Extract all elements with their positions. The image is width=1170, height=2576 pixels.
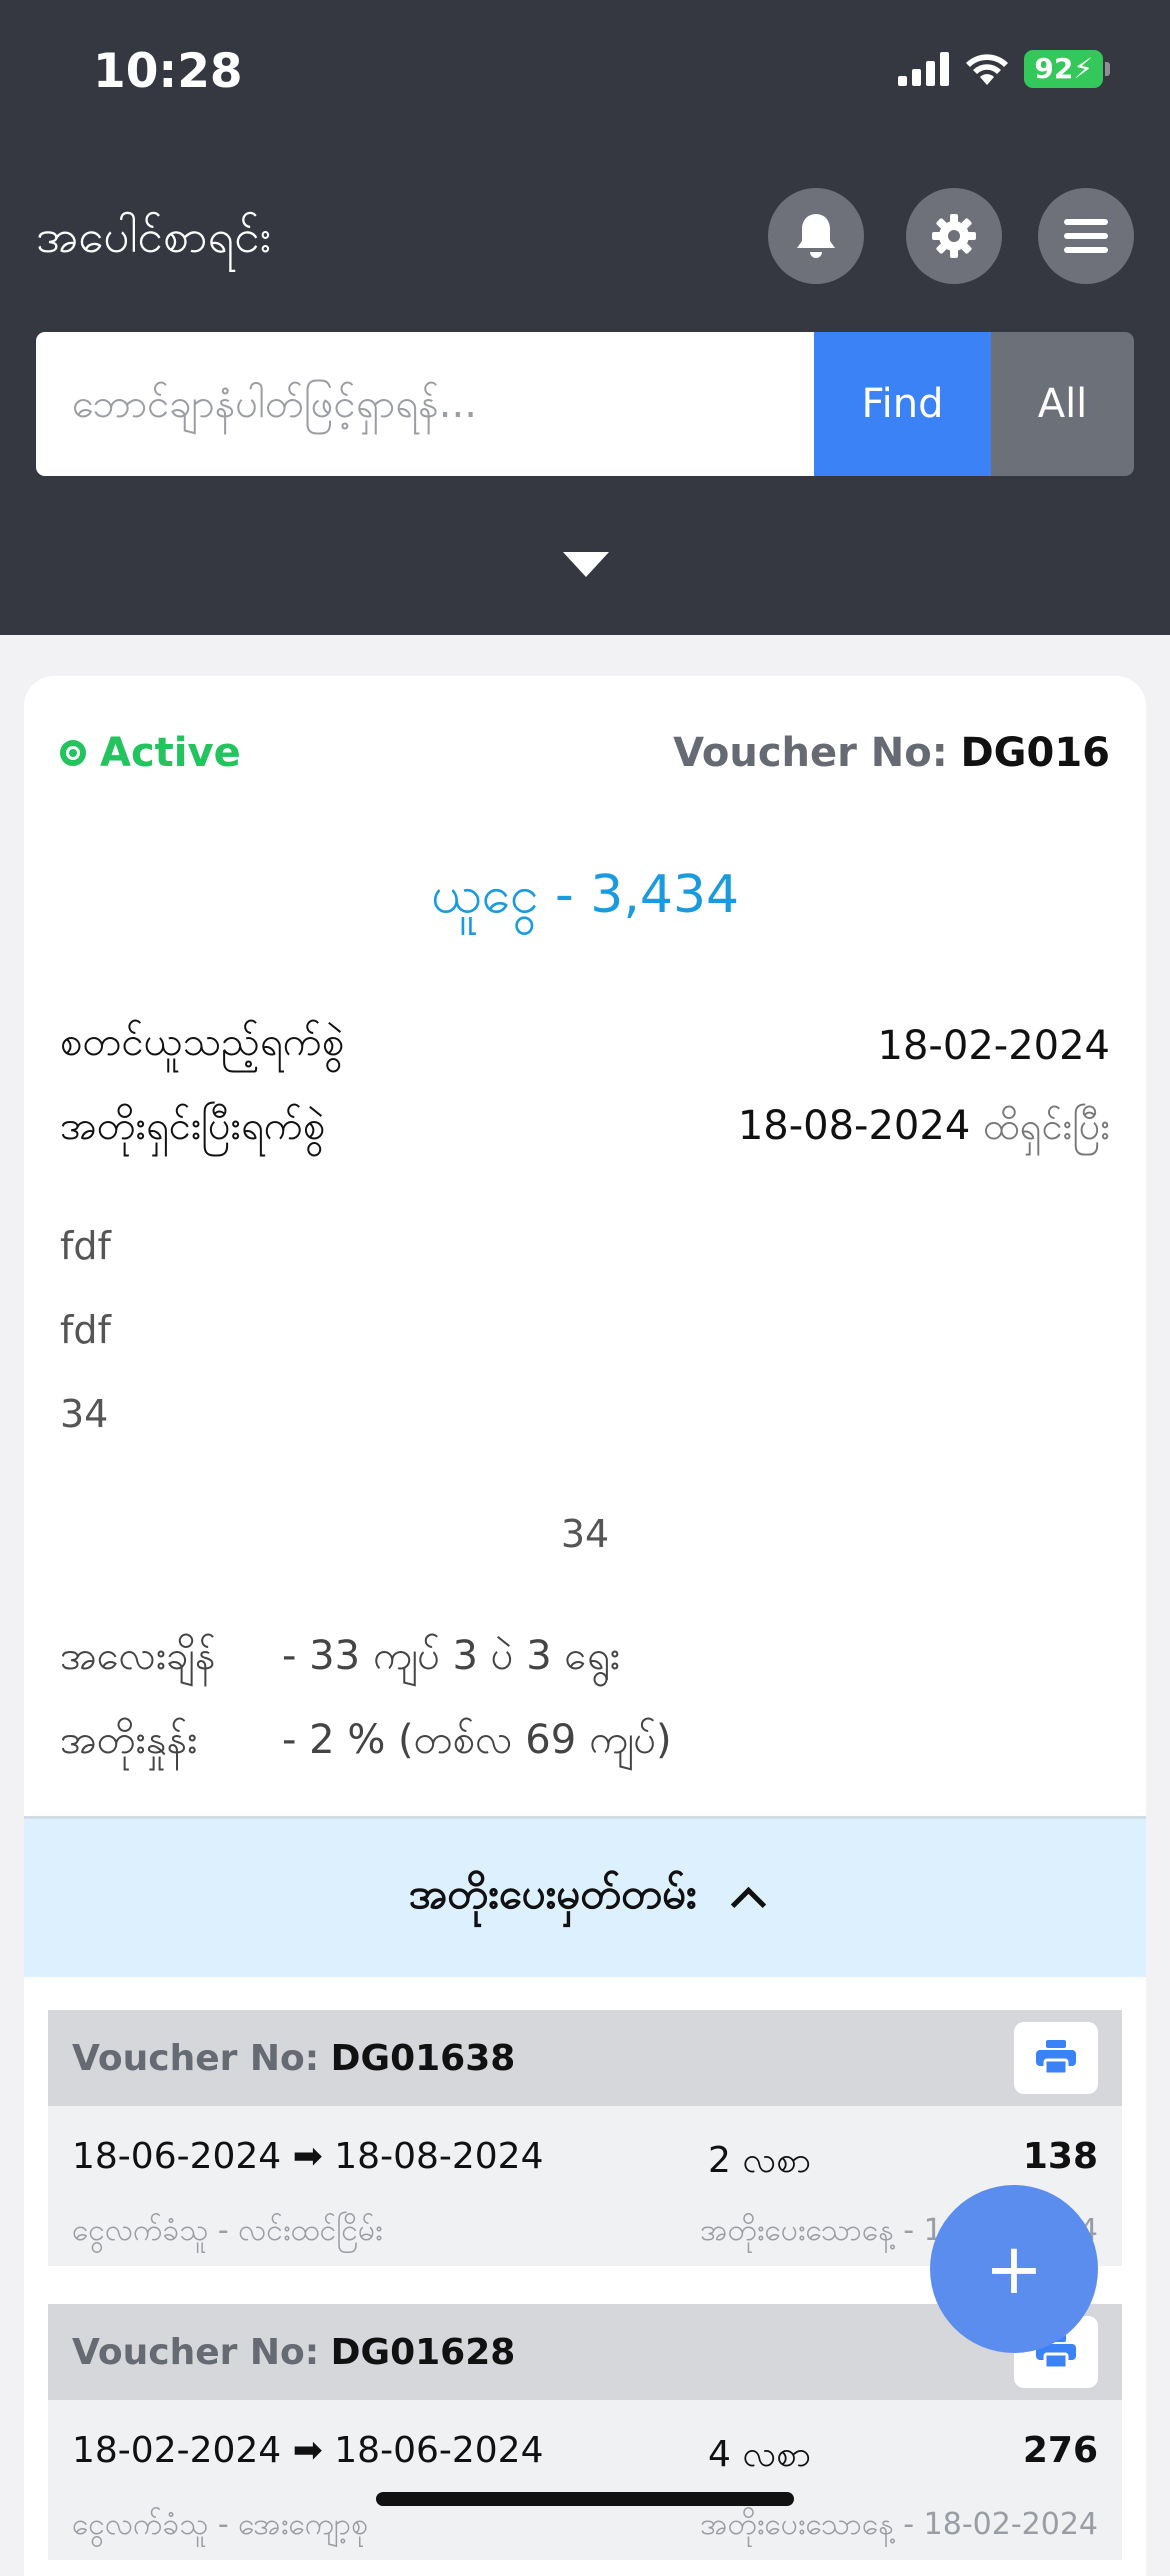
home-indicator[interactable] — [376, 2492, 794, 2506]
history-title: အတိုးပေးမှတ်တမ်း — [408, 1869, 697, 1918]
payment-date-range: 18-06-2024 ➡ 18-08-2024 — [72, 2136, 544, 2177]
print-button[interactable] — [1014, 2022, 1098, 2094]
payment-item-header: Voucher No: DG01638 — [48, 2010, 1122, 2106]
page-title: အပေါင်စာရင်း — [36, 209, 272, 263]
end-date-suffix: ထိရှင်းပြီး — [983, 1103, 1110, 1148]
note-line: 34 — [60, 1392, 109, 1436]
start-date-row: စတင်ယူသည့်ရက်စွဲ 18-02-2024 — [60, 1016, 1110, 1075]
center-note: 34 — [560, 1512, 610, 1556]
battery-cap — [1105, 62, 1110, 76]
payment-months: 2 လစာ — [708, 2140, 812, 2181]
loan-amount: ယူငွေ - 3,434 — [430, 865, 740, 925]
status-badge: Active — [60, 730, 241, 776]
interest-row: အတိုးနှုန်း - 2 % (တစ်လ 69 ကျပ်) — [60, 1714, 672, 1773]
notifications-button[interactable] — [768, 188, 864, 284]
payment-voucher-label: Voucher No: — [72, 2331, 320, 2373]
settings-button[interactable] — [906, 188, 1002, 284]
payment-item: Voucher No: DG01628 18-02-2024 ➡ 18-06-2… — [48, 2304, 1122, 2560]
status-time: 10:28 — [93, 44, 243, 99]
battery-indicator: 92⚡ — [1024, 50, 1103, 88]
payment-voucher-no: DG01628 — [330, 2331, 516, 2373]
payment-voucher-no: DG01638 — [330, 2037, 516, 2079]
voucher-label: Voucher No: — [673, 730, 948, 776]
weight-label: အလေးချိန် — [60, 1633, 216, 1679]
menu-button[interactable] — [1038, 188, 1134, 284]
note-line: fdf — [60, 1308, 111, 1352]
payment-months: 4 လစာ — [708, 2434, 812, 2475]
status-label: Active — [100, 730, 241, 776]
start-date-label: စတင်ယူသည့်ရက်စွဲ — [60, 1019, 345, 1065]
bell-icon — [797, 214, 835, 258]
payment-receiver: ငွေလက်ခံသူ - အေးကျော့စု — [72, 2507, 369, 2542]
hamburger-icon — [1064, 219, 1108, 253]
find-button[interactable]: Find — [814, 332, 991, 476]
voucher-number: Voucher No: DG016 — [673, 730, 1110, 776]
weight-value: - 33 ကျပ် 3 ပဲ 3 ရွေး — [282, 1633, 620, 1679]
end-date-value: 18-08-2024 — [737, 1102, 971, 1149]
gear-icon — [932, 214, 976, 258]
payment-voucher-label: Voucher No: — [72, 2037, 320, 2079]
add-button[interactable]: + — [930, 2185, 1098, 2353]
payment-receiver: ငွေလက်ခံသူ - လင်းထင်ငြိမ်း — [72, 2213, 383, 2248]
note-line: fdf — [60, 1224, 111, 1268]
active-dot-icon — [60, 740, 86, 766]
cellular-signal-icon — [898, 52, 950, 86]
interest-label: အတိုးနှုန်း — [60, 1717, 198, 1763]
expand-filter-icon[interactable] — [563, 552, 609, 577]
search-bar: Find All — [36, 332, 1134, 476]
interest-value: - 2 % (တစ်လ 69 ကျပ်) — [282, 1717, 672, 1763]
interest-history-toggle[interactable]: အတိုးပေးမှတ်တမ်း — [24, 1816, 1146, 1977]
wifi-icon — [966, 54, 1009, 85]
payment-paid-date: အတိုးပေးသောနေ့ - 18-02-2024 — [700, 2507, 1098, 2542]
payment-amount: 276 — [1022, 2430, 1098, 2471]
payment-amount: 138 — [1022, 2136, 1098, 2177]
app-header: 10:28 92⚡ အပေါင်စာရင်း ဘောင်ချာနံပါတ်ဖြင… — [0, 0, 1170, 635]
chevron-up-icon — [731, 1886, 767, 1922]
start-date-value: 18-02-2024 — [877, 1022, 1110, 1069]
search-input[interactable] — [36, 332, 814, 476]
end-date-label: အတိုးရှင်းပြီးရက်စွဲ — [60, 1103, 326, 1149]
end-date-row: အတိုးရှင်းပြီးရက်စွဲ 18-08-2024 ထိရှင်းပ… — [60, 1100, 1110, 1159]
voucher-value: DG016 — [960, 730, 1110, 776]
weight-row: အလေးချိန် - 33 ကျပ် 3 ပဲ 3 ရွေး — [60, 1630, 620, 1689]
payment-item-body: 18-02-2024 ➡ 18-06-2024 4 လစာ 276 ငွေလက်… — [48, 2400, 1122, 2560]
status-icons: 92⚡ — [898, 50, 1110, 88]
payment-date-range: 18-02-2024 ➡ 18-06-2024 — [72, 2430, 544, 2471]
battery-level: 92 — [1034, 52, 1074, 85]
printer-icon — [1036, 2040, 1076, 2076]
all-button[interactable]: All — [991, 332, 1134, 476]
